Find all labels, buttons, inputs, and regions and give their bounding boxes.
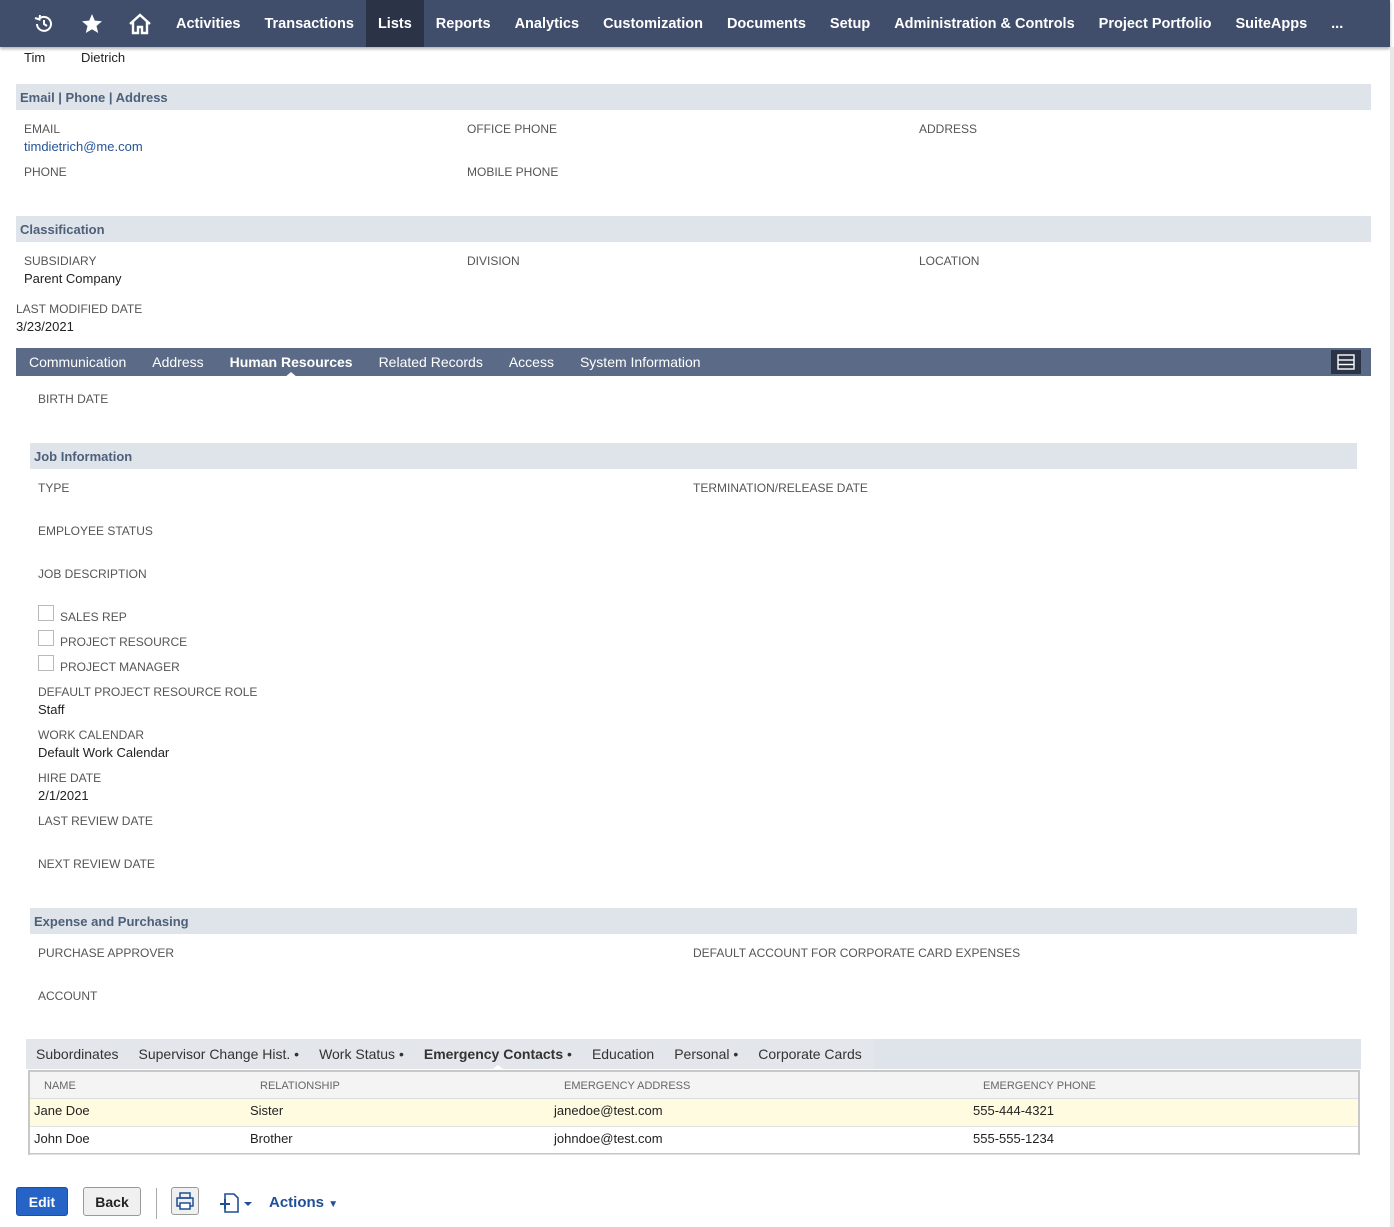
subsidiary-label: SUBSIDIARY	[24, 254, 97, 268]
tab-address[interactable]: Address	[152, 354, 203, 370]
subtab-corporate-cards[interactable]: Corporate Cards	[758, 1046, 862, 1062]
nav-activities[interactable]: Activities	[164, 0, 252, 47]
chevron-down-icon: ▼	[328, 1199, 339, 1210]
division-label: DIVISION	[467, 254, 520, 268]
nav-analytics[interactable]: Analytics	[503, 0, 591, 47]
work-calendar-value: Default Work Calendar	[38, 745, 170, 760]
type-label: TYPE	[38, 481, 70, 495]
project-manager-label: PROJECT MANAGER	[60, 660, 180, 674]
last-name: Dietrich	[81, 50, 126, 65]
new-record-menu-button[interactable]	[219, 1190, 255, 1216]
actions-label: Actions	[269, 1194, 325, 1211]
subtab-work-status[interactable]: Work Status •	[319, 1046, 404, 1062]
last-review-date-label: LAST REVIEW DATE	[38, 814, 153, 828]
first-name: Tim	[24, 50, 46, 65]
contact-phone: 555-555-1234	[973, 1131, 1054, 1146]
contact-section-header: Email | Phone | Address	[16, 84, 1371, 110]
star-icon[interactable]	[68, 0, 116, 47]
actions-menu[interactable]: Actions ▼	[269, 1194, 338, 1211]
contact-phone: 555-444-4321	[973, 1103, 1054, 1118]
nav-reports[interactable]: Reports	[424, 0, 503, 47]
edit-button[interactable]: Edit	[16, 1187, 68, 1216]
table-row[interactable]: John Doe Brother johndoe@test.com 555-55…	[30, 1127, 1358, 1155]
default-role-label: DEFAULT PROJECT RESOURCE ROLE	[38, 685, 258, 699]
project-manager-checkbox[interactable]	[38, 655, 54, 671]
back-button[interactable]: Back	[83, 1187, 141, 1216]
tab-access[interactable]: Access	[509, 354, 554, 370]
purchase-approver-label: PURCHASE APPROVER	[38, 946, 175, 960]
termination-date-label: TERMINATION/RELEASE DATE	[693, 481, 868, 495]
contact-relationship: Sister	[250, 1103, 284, 1118]
contact-name: John Doe	[34, 1131, 90, 1146]
project-resource-checkbox[interactable]	[38, 630, 54, 646]
project-resource-label: PROJECT RESOURCE	[60, 635, 188, 649]
hire-date-label: HIRE DATE	[38, 771, 102, 785]
sales-rep-checkbox[interactable]	[38, 605, 54, 621]
nav-more[interactable]: ...	[1319, 0, 1355, 47]
job-information-header: Job Information	[30, 443, 1357, 469]
office-phone-label: OFFICE PHONE	[467, 122, 558, 136]
page-scrollbar[interactable]	[1390, 47, 1394, 1227]
nav-documents[interactable]: Documents	[715, 0, 818, 47]
nav-customization[interactable]: Customization	[591, 0, 715, 47]
nav-setup[interactable]: Setup	[818, 0, 882, 47]
hr-subtab-bar: Subordinates Supervisor Change Hist. • W…	[26, 1039, 1361, 1069]
phone-label: PHONE	[24, 165, 67, 179]
tab-system-information[interactable]: System Information	[580, 354, 701, 370]
nav-transactions[interactable]: Transactions	[252, 0, 365, 47]
sales-rep-label: SALES REP	[60, 610, 127, 624]
contact-address: janedoe@test.com	[554, 1103, 663, 1118]
tab-human-resources[interactable]: Human Resources	[230, 354, 353, 370]
nav-lists[interactable]: Lists	[365, 0, 424, 47]
classification-section-header: Classification	[16, 216, 1371, 242]
emergency-contacts-table: NAME RELATIONSHIP EMERGENCY ADDRESS EMER…	[28, 1070, 1360, 1155]
contact-name: Jane Doe	[34, 1103, 90, 1118]
print-button[interactable]	[171, 1187, 199, 1215]
default-account-label: DEFAULT ACCOUNT FOR CORPORATE CARD EXPEN…	[693, 946, 1021, 960]
email-link[interactable]: timdietrich@me.com	[24, 139, 143, 154]
subtab-personal[interactable]: Personal •	[674, 1046, 738, 1062]
column-header-emergency-address[interactable]: EMERGENCY ADDRESS	[564, 1080, 690, 1092]
table-header: NAME RELATIONSHIP EMERGENCY ADDRESS EMER…	[30, 1072, 1358, 1099]
subsidiary-value: Parent Company	[24, 271, 122, 286]
tab-communication[interactable]: Communication	[29, 354, 126, 370]
column-header-emergency-phone[interactable]: EMERGENCY PHONE	[983, 1080, 1096, 1092]
button-divider	[156, 1188, 157, 1219]
contact-relationship: Brother	[250, 1131, 293, 1146]
subtab-subordinates[interactable]: Subordinates	[36, 1046, 119, 1062]
column-header-relationship[interactable]: RELATIONSHIP	[260, 1080, 340, 1092]
tab-related-records[interactable]: Related Records	[379, 354, 483, 370]
nav-project-portfolio[interactable]: Project Portfolio	[1087, 0, 1224, 47]
employee-status-label: EMPLOYEE STATUS	[38, 524, 153, 538]
default-role-value: Staff	[38, 702, 65, 717]
column-header-name[interactable]: NAME	[44, 1080, 76, 1092]
last-modified-value: 3/23/2021	[16, 319, 74, 334]
recent-records-icon[interactable]	[20, 0, 68, 47]
top-navigation-bar: Activities Transactions Lists Reports An…	[0, 0, 1390, 47]
address-label: ADDRESS	[919, 122, 978, 136]
subtab-supervisor-change-hist[interactable]: Supervisor Change Hist. •	[139, 1046, 300, 1062]
subtab-education[interactable]: Education	[592, 1046, 654, 1062]
next-review-date-label: NEXT REVIEW DATE	[38, 857, 155, 871]
mobile-phone-label: MOBILE PHONE	[467, 165, 559, 179]
birth-date-label: BIRTH DATE	[38, 392, 109, 406]
table-row[interactable]: Jane Doe Sister janedoe@test.com 555-444…	[30, 1099, 1358, 1127]
nav-administration-controls[interactable]: Administration & Controls	[882, 0, 1086, 47]
subtab-emergency-contacts[interactable]: Emergency Contacts •	[424, 1046, 572, 1062]
location-label: LOCATION	[919, 254, 980, 268]
collapse-tabs-icon[interactable]	[1331, 350, 1361, 374]
email-label: EMAIL	[24, 122, 61, 136]
account-label: ACCOUNT	[38, 989, 98, 1003]
new-document-icon	[220, 1193, 252, 1213]
record-tab-bar: Communication Address Human Resources Re…	[16, 348, 1371, 376]
work-calendar-label: WORK CALENDAR	[38, 728, 145, 742]
expense-purchasing-header: Expense and Purchasing	[30, 908, 1357, 934]
last-modified-label: LAST MODIFIED DATE	[16, 302, 143, 316]
contact-address: johndoe@test.com	[554, 1131, 663, 1146]
hire-date-value: 2/1/2021	[38, 788, 89, 803]
job-description-label: JOB DESCRIPTION	[38, 567, 147, 581]
home-icon[interactable]	[116, 0, 164, 47]
printer-icon	[176, 1192, 194, 1210]
nav-suiteapps[interactable]: SuiteApps	[1223, 0, 1319, 47]
